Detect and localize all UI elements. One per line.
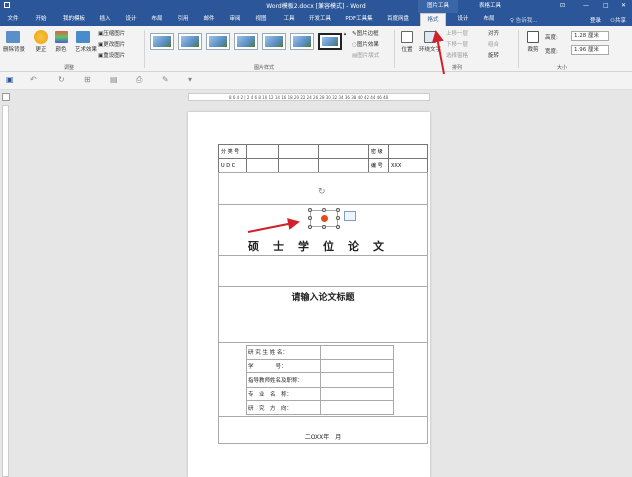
arrow-to-image bbox=[247, 218, 300, 233]
annotation-arrows bbox=[247, 30, 445, 233]
arrow-to-format-tab bbox=[431, 30, 445, 75]
